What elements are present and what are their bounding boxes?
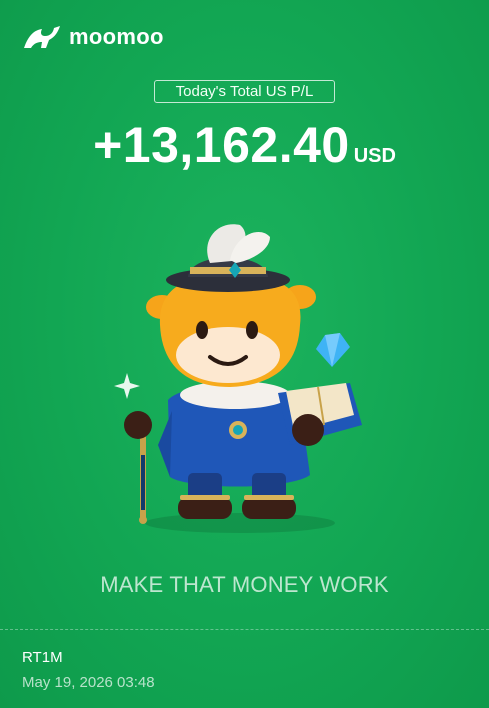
- pl-amount-row: +13,162.40 USD: [0, 116, 489, 174]
- bull-logo-icon: [24, 26, 60, 48]
- brand-logo: moomoo: [22, 24, 164, 50]
- footer-timestamp: May 19, 2026 03:48: [22, 674, 155, 691]
- footer-divider: [0, 629, 489, 630]
- pl-share-card: moomoo Today's Total US P/L +13,162.40 US…: [0, 0, 489, 708]
- pl-label-badge: Today's Total US P/L: [154, 80, 335, 103]
- footer-user-id: RT1M: [22, 649, 63, 666]
- pl-currency: USD: [353, 145, 396, 167]
- brand-name: moomoo: [69, 24, 164, 49]
- pl-amount: +13,162.40: [93, 117, 350, 173]
- bull-mascot-illustration: [114, 224, 362, 533]
- tagline: MAKE THAT MONEY WORK: [100, 572, 389, 597]
